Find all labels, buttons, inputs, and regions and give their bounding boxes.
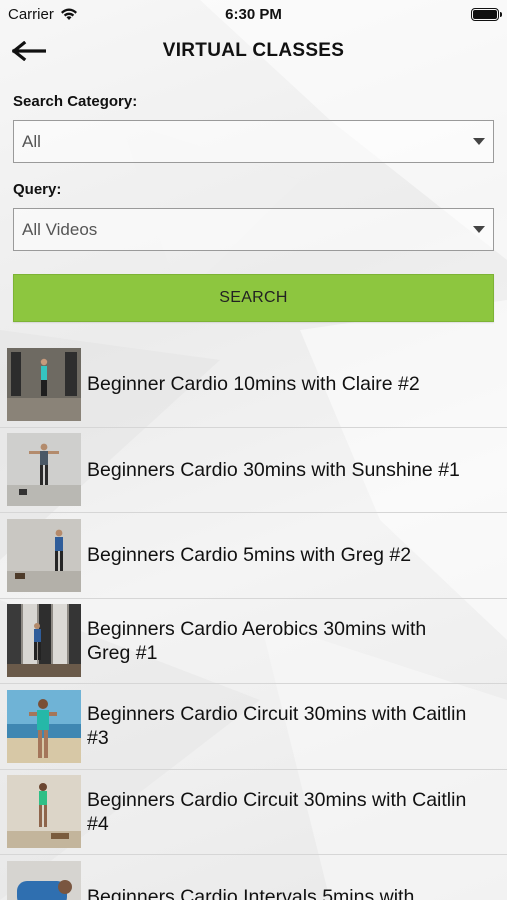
query-label: Query: <box>13 181 62 198</box>
search-form: Search Category: All Query: All Videos S… <box>0 93 507 322</box>
category-select[interactable]: All <box>13 120 494 163</box>
status-time: 6:30 PM <box>225 5 282 23</box>
video-thumbnail <box>7 433 81 507</box>
video-title: Beginners Cardio 30mins with Sunshine #1 <box>87 458 460 481</box>
video-thumbnail <box>7 860 81 900</box>
category-label: Search Category: <box>13 93 138 110</box>
video-title: Beginners Cardio Circuit 30mins with Cai… <box>87 788 467 835</box>
list-item[interactable]: Beginner Cardio 10mins with Claire #2 <box>0 342 507 428</box>
chevron-down-icon <box>473 226 485 233</box>
chevron-down-icon <box>473 138 485 145</box>
video-list: Beginner Cardio 10mins with Claire #2 Be… <box>0 342 507 900</box>
video-title: Beginner Cardio 10mins with Claire #2 <box>87 373 420 396</box>
video-thumbnail <box>7 775 81 849</box>
video-thumbnail <box>7 689 81 763</box>
back-arrow-icon <box>12 41 46 61</box>
video-title: Beginners Cardio 5mins with Greg #2 <box>87 544 412 567</box>
back-button[interactable] <box>12 38 48 64</box>
query-value: All Videos <box>22 219 98 239</box>
video-title: Beginners Cardio Circuit 30mins with Cai… <box>87 703 467 750</box>
query-select[interactable]: All Videos <box>13 208 494 251</box>
search-button[interactable]: SEARCH <box>13 274 494 322</box>
category-value: All <box>22 131 41 151</box>
page-title: VIRTUAL CLASSES <box>162 40 345 61</box>
list-item[interactable]: Beginners Cardio 30mins with Sunshine #1 <box>0 428 507 513</box>
battery-icon <box>471 7 502 21</box>
list-item[interactable]: Beginners Cardio Aerobics 30mins with Gr… <box>0 599 507 684</box>
video-thumbnail <box>7 518 81 592</box>
video-title: Beginners Cardio Aerobics 30mins with Gr… <box>87 617 427 664</box>
list-item[interactable]: Beginners Cardio 5mins with Greg #2 <box>0 513 507 599</box>
status-bar: Carrier 6:30 PM <box>0 0 507 28</box>
video-thumbnail <box>7 347 81 421</box>
list-item[interactable]: Beginners Cardio Intervals 5mins with <box>0 855 507 900</box>
navigation-bar: VIRTUAL CLASSES <box>0 28 507 74</box>
video-title: Beginners Cardio Intervals 5mins with <box>87 886 415 900</box>
video-thumbnail <box>7 604 81 678</box>
list-item[interactable]: Beginners Cardio Circuit 30mins with Cai… <box>0 684 507 770</box>
list-item[interactable]: Beginners Cardio Circuit 30mins with Cai… <box>0 770 507 855</box>
